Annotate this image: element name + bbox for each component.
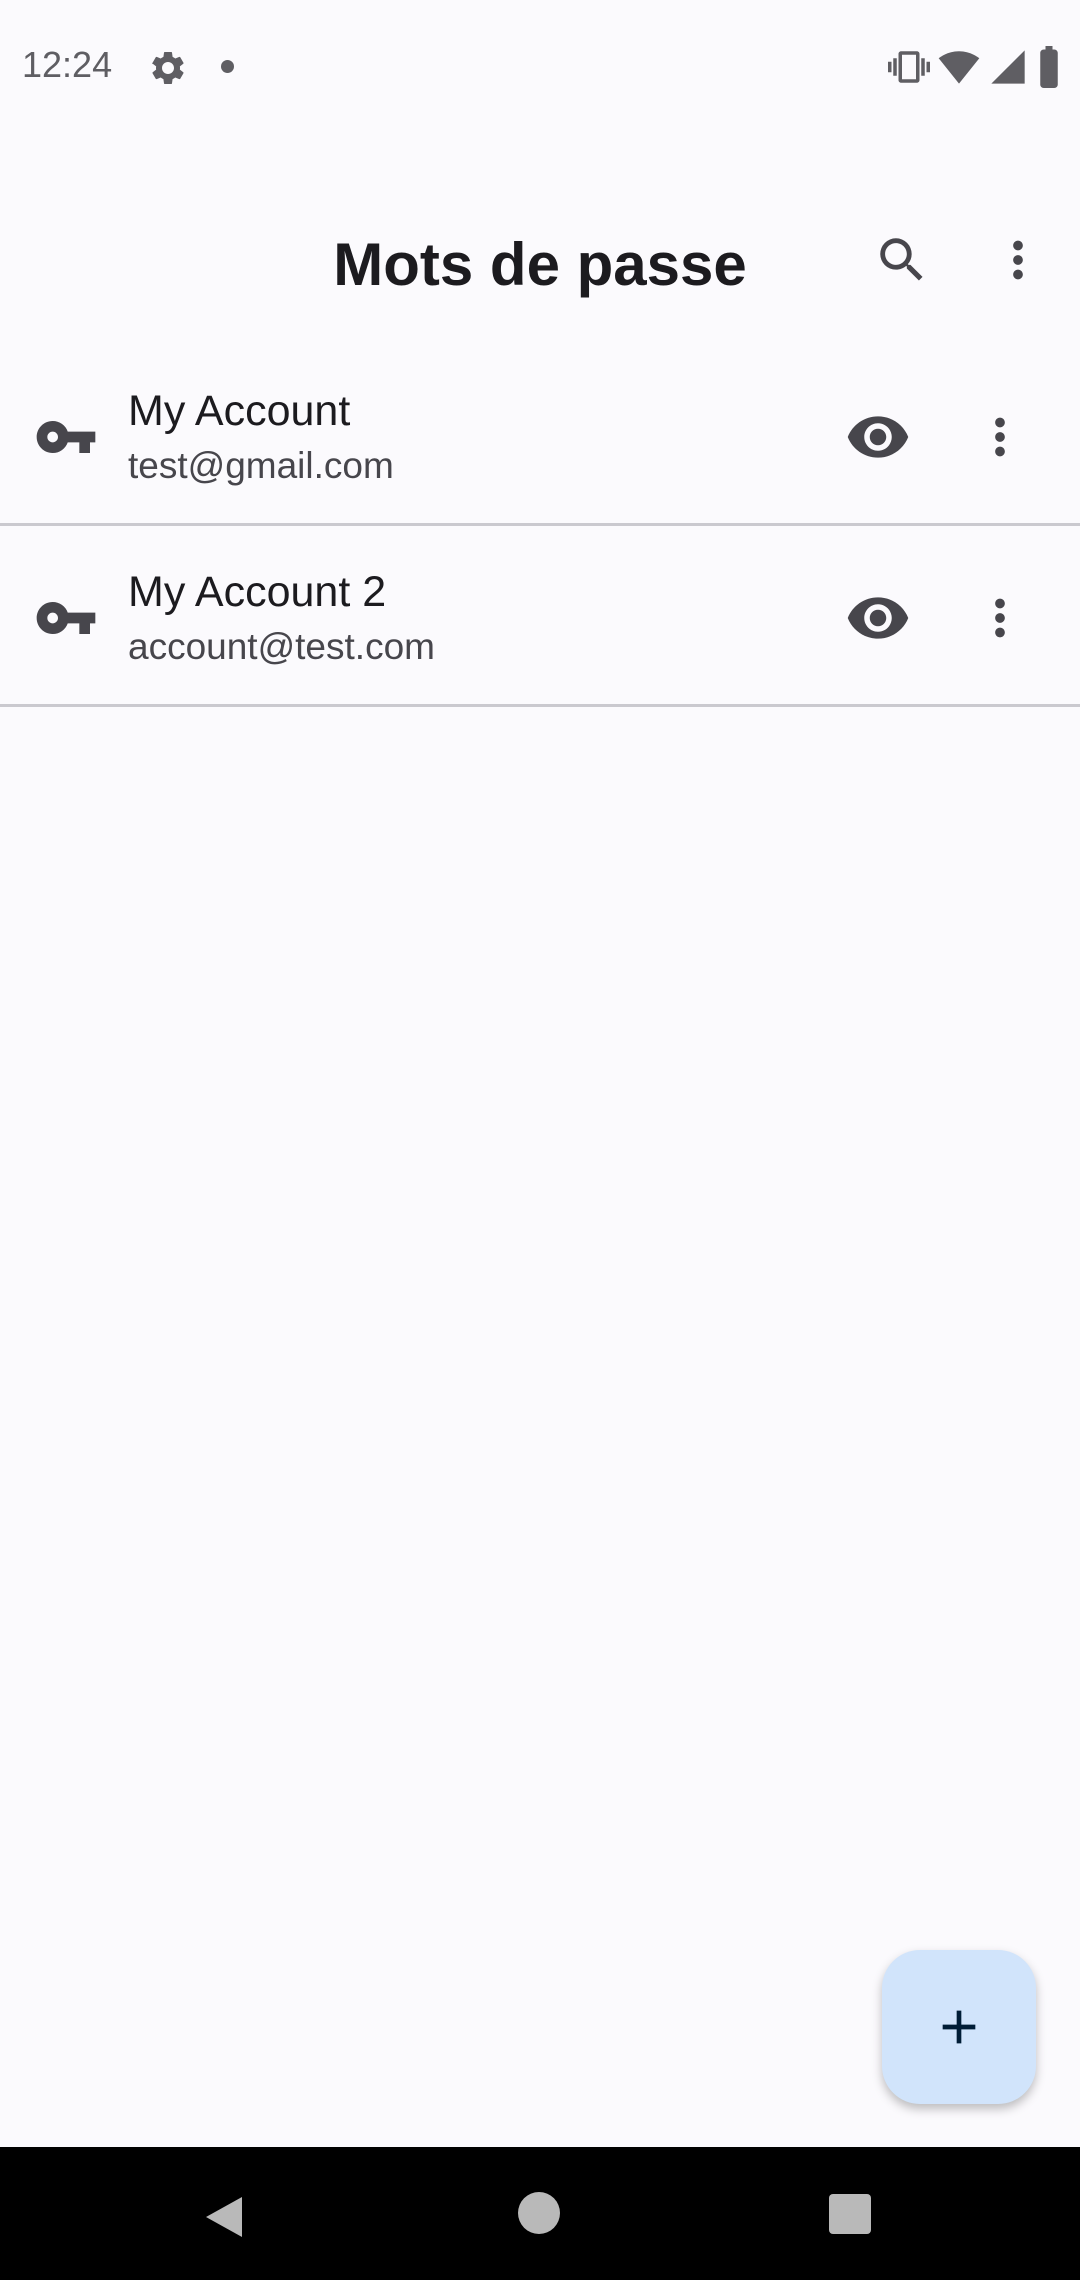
more-vert-icon: [995, 598, 1005, 638]
status-icons: [888, 46, 1062, 88]
password-list: My Account test@gmail.com My Account 2 a…: [0, 345, 1080, 707]
show-password-button[interactable]: [838, 397, 918, 477]
signal-icon: [991, 50, 1025, 84]
battery-icon: [1040, 46, 1058, 88]
password-login: account@test.com: [128, 626, 435, 667]
wifi-icon: [938, 51, 980, 84]
add-password-button[interactable]: [882, 1950, 1036, 2104]
plus-icon: [942, 2010, 976, 2044]
password-login: test@gmail.com: [128, 445, 394, 486]
password-list-item[interactable]: My Account test@gmail.com: [0, 345, 1080, 526]
search-icon: [880, 238, 923, 281]
vibrate-icon: [888, 51, 930, 83]
key-icon: [36, 421, 96, 453]
more-vert-icon: [1013, 240, 1023, 280]
item-menu-button[interactable]: [960, 578, 1040, 658]
overflow-menu-button[interactable]: [978, 220, 1058, 300]
password-name: My Account: [128, 387, 351, 435]
eye-icon: [847, 416, 909, 458]
recents-icon[interactable]: [829, 2194, 871, 2234]
password-name: My Account 2: [128, 568, 387, 616]
status-time: 12:24: [22, 44, 113, 85]
status-bar: 12:24: [0, 0, 1080, 135]
search-button[interactable]: [862, 220, 942, 300]
system-navigation-bar: [0, 2147, 1080, 2280]
home-icon[interactable]: [518, 2192, 560, 2234]
gear-icon: [151, 51, 184, 84]
top-app-bar: Mots de passe: [0, 190, 1080, 335]
more-vert-icon: [995, 417, 1005, 457]
back-icon[interactable]: [202, 2193, 246, 2241]
item-menu-button[interactable]: [960, 397, 1040, 477]
screen: 12:24 Mots de passe My Account test@gmai…: [0, 0, 1080, 2280]
notification-dot-icon: [221, 60, 234, 73]
key-icon: [36, 602, 96, 634]
eye-icon: [847, 597, 909, 639]
password-list-item[interactable]: My Account 2 account@test.com: [0, 526, 1080, 707]
show-password-button[interactable]: [838, 578, 918, 658]
